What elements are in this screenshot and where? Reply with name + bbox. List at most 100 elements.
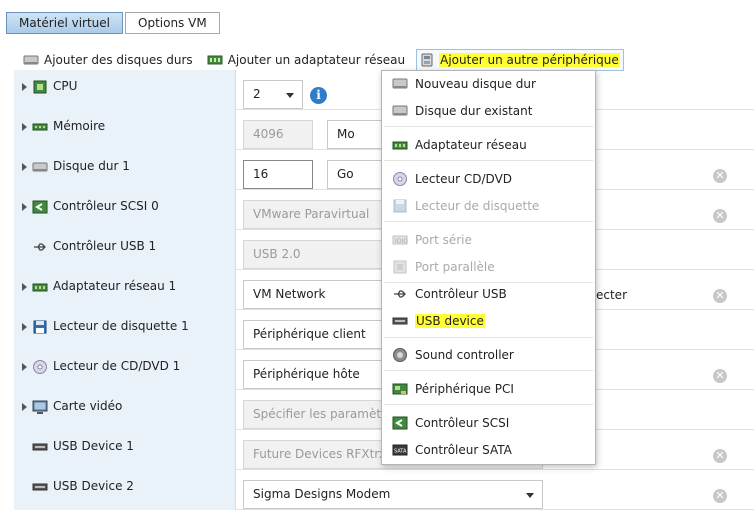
cpu-count-select[interactable]: 2 [243,80,303,109]
add-other-device-button[interactable]: Ajouter un autre périphérique [416,49,624,71]
row-label: Mémoire [53,119,106,133]
usb-icon [32,239,48,255]
expand-arrow-icon[interactable] [22,403,27,411]
add-hard-disks-label: Ajouter des disques durs [44,53,193,67]
menu-item-label: Contrôleur SCSI [415,416,510,430]
expand-arrow-icon[interactable] [22,363,27,371]
connect-label: ecter [596,288,628,302]
cd-source-select[interactable]: Périphérique hôte [243,360,393,389]
menu-item-pci-device[interactable]: Périphérique PCI [382,378,595,400]
add-other-device-label: Ajouter un autre périphérique [439,53,620,67]
menu-item-sound-controller[interactable]: Sound controller [382,344,595,366]
info-icon[interactable]: i [310,87,327,104]
menu-item-label: Contrôleur USB [415,287,507,301]
add-network-adapter-button[interactable]: Ajouter un adaptateur réseau [204,50,408,70]
remove-icon[interactable]: ✕ [713,169,727,183]
row-label-cell[interactable]: Carte vidéo [14,390,236,430]
hard-disk-icon [392,76,408,92]
row-label-cell[interactable]: USB Device 2 [14,470,236,510]
menu-item-label: Périphérique PCI [415,382,514,396]
row-usb-device-2: USB Device 2 Sigma Designs Modem ✕ [14,470,754,510]
row-label-cell[interactable]: Lecteur de disquette 1 [14,310,236,350]
row-label-cell[interactable]: Contrôleur SCSI 0 [14,190,236,230]
network-select[interactable]: VM Network [243,280,393,309]
row-label-cell[interactable]: CPU [14,70,236,110]
row-label-cell[interactable]: Mémoire [14,110,236,150]
usb-device-2-select[interactable]: Sigma Designs Modem [243,480,543,509]
remove-icon[interactable]: ✕ [713,209,727,223]
hardware-toolbar: Ajouter des disques durs Ajouter un adap… [20,49,632,71]
remove-icon[interactable]: ✕ [713,449,727,463]
menu-item-new-hard-disk[interactable]: Nouveau disque dur [382,73,595,95]
tab-vm-options[interactable]: Options VM [125,12,220,34]
expand-arrow-icon[interactable] [22,283,27,291]
row-label-cell[interactable]: Disque dur 1 [14,150,236,190]
expand-arrow-icon[interactable] [22,323,27,331]
row-label: Lecteur de CD/DVD 1 [53,359,181,373]
video-settings-select[interactable]: Spécifier les paramètres [243,400,393,429]
usb-device-icon [32,439,48,455]
menu-item-label: Port parallèle [415,260,495,274]
menu-item-serial-port: IOIO Port série [382,229,595,251]
network-card-icon [32,279,48,295]
hard-disk-icon [392,103,408,119]
parallel-port-icon [392,259,408,275]
row-label-cell[interactable]: Lecteur de CD/DVD 1 [14,350,236,390]
row-label: Lecteur de disquette 1 [53,319,189,333]
row-label: Adaptateur réseau 1 [53,279,177,293]
usb-version-select[interactable]: USB 2.0 [243,240,393,269]
disk-size-input[interactable]: 16 [243,160,313,189]
add-device-menu: Nouveau disque dur Disque dur existant A… [381,70,596,465]
add-hard-disks-button[interactable]: Ajouter des disques durs [20,50,196,70]
row-label: CPU [53,79,78,93]
scsi-controller-icon [32,199,48,215]
menu-item-network-adapter[interactable]: Adaptateur réseau [382,134,595,156]
cpu-icon [32,79,48,95]
menu-separator [384,160,593,161]
usb-device-icon [392,313,408,329]
floppy-source-select[interactable]: Périphérique client [243,320,393,349]
row-label-cell[interactable]: Contrôleur USB 1 [14,230,236,270]
menu-item-cd-dvd-drive[interactable]: Lecteur CD/DVD [382,168,595,190]
hard-disk-icon [23,53,39,67]
menu-item-usb-device[interactable]: USB device [382,310,595,332]
remove-icon[interactable]: ✕ [713,369,727,383]
sata-controller-icon: SATA [392,442,408,458]
expand-arrow-icon[interactable] [22,163,27,171]
tab-bar: Matériel virtuel Options VM [6,12,220,34]
menu-item-existing-hard-disk[interactable]: Disque dur existant [382,100,595,122]
chevron-down-icon [286,93,294,98]
menu-separator [384,221,593,222]
svg-text:SATA: SATA [394,449,407,455]
row-label: Carte vidéo [53,399,123,413]
remove-icon[interactable]: ✕ [713,289,727,303]
network-card-icon [207,53,223,67]
menu-separator [384,126,593,127]
menu-separator [384,404,593,405]
expand-arrow-icon[interactable] [22,83,27,91]
menu-item-usb-controller[interactable]: Contrôleur USB [382,283,595,305]
tab-virtual-hardware[interactable]: Matériel virtuel [6,12,123,34]
menu-item-scsi-controller[interactable]: Contrôleur SCSI [382,412,595,434]
row-label-cell[interactable]: Adaptateur réseau 1 [14,270,236,310]
menu-item-label: Lecteur CD/DVD [415,172,513,186]
row-label-cell[interactable]: USB Device 1 [14,430,236,470]
menu-item-label: Port série [415,233,472,247]
network-card-icon [392,137,408,153]
scsi-controller-icon [392,415,408,431]
expand-arrow-icon[interactable] [22,203,27,211]
menu-item-sata-controller[interactable]: SATA Contrôleur SATA [382,439,595,461]
menu-separator [384,337,593,338]
floppy-icon [392,198,408,214]
chevron-down-icon [526,493,534,498]
remove-icon[interactable]: ✕ [713,489,727,503]
scsi-type-select[interactable]: VMware Paravirtual [243,200,393,229]
monitor-icon [32,399,48,415]
menu-item-label: Adaptateur réseau [415,138,527,152]
expand-arrow-icon[interactable] [22,123,27,131]
hard-disk-icon [32,159,48,175]
cd-icon [392,171,408,187]
usb-device-2-value: Sigma Designs Modem [253,487,391,501]
memory-value-input[interactable]: 4096 [243,120,313,149]
usb-icon [392,286,408,302]
